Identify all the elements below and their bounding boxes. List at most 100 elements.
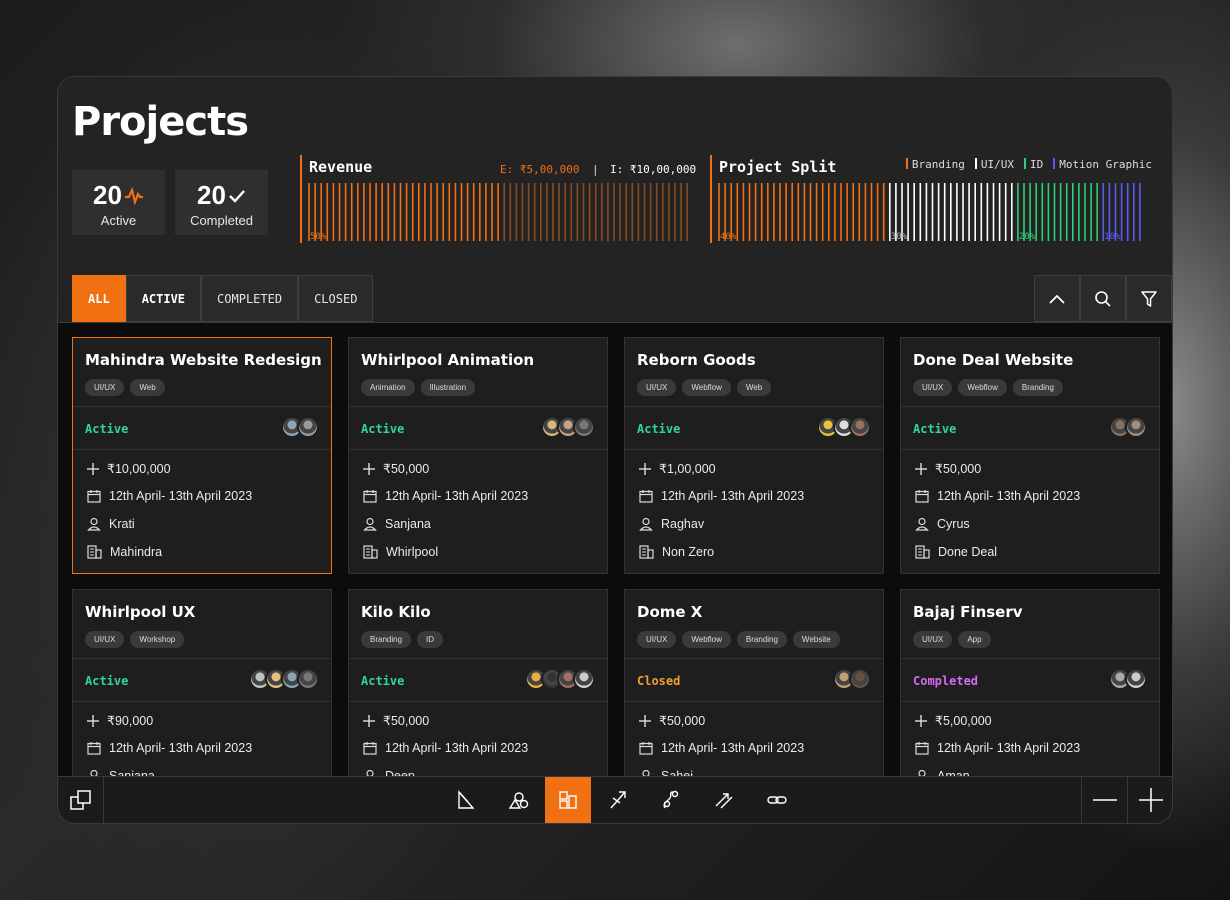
tag-chip: Branding [736,631,787,648]
grid-tool-button[interactable] [545,777,591,823]
chain-link-tool-button[interactable] [750,777,803,823]
tag-chip: Branding [361,631,412,648]
divider [349,701,607,702]
project-name: Kilo Kilo [361,603,431,621]
shapes-icon [508,792,528,809]
project-card[interactable]: Whirlpool Animation Animation Illustration… [348,337,608,574]
project-card[interactable]: Whirlpool UX UI/UX Workshop Active ₹90,000 12… [72,589,332,777]
person: Sanjana [385,517,431,531]
completed-stat: 20 Completed [175,170,268,235]
client: Mahindra [110,545,163,559]
legend-item: ID [1024,158,1043,171]
building-icon [639,545,654,559]
collapse-button[interactable] [1034,275,1080,322]
avatar-stack [281,416,319,438]
project-card[interactable]: Bajaj Finserv UI/UX App Completed ₹5,00,000 1… [900,589,1160,777]
active-label: Active [100,213,137,228]
dates: 12th April- 13th April 2023 [385,489,529,503]
swap-arrow-tool-button[interactable] [697,777,750,823]
divider [73,658,331,659]
legend-swatch [905,158,908,169]
user-icon [915,517,929,531]
tab-closed[interactable]: CLOSED [298,275,374,322]
dates: 12th April- 13th April 2023 [661,741,805,755]
zoom-in-button[interactable] [1127,777,1172,823]
project-name: Reborn Goods [637,351,756,369]
dates-row: 12th April- 13th April 2023 [87,489,252,503]
dates-row: 12th April- 13th April 2023 [363,489,528,503]
split-percent-label: 30% [890,232,908,242]
search-button[interactable] [1080,275,1126,322]
filter-button[interactable] [1126,275,1172,322]
building-icon [363,545,378,559]
split-panel: Project Split Branding UI/UX ID Motion Grap… [710,155,1156,243]
tab-all[interactable]: ALL [72,275,126,322]
avatar-stack [1109,668,1147,690]
avatar [573,668,595,690]
status-badge: Completed [913,674,979,688]
dates: 12th April- 13th April 2023 [109,489,253,503]
client-row: Mahindra [87,545,162,559]
revenue-panel: Revenue E: ₹5,00,000 | I: ₹10,00,000 50% [300,155,697,243]
list-tools [1034,275,1172,322]
divider [625,701,883,702]
calendar-icon [915,490,929,503]
legend-swatch [1024,158,1027,169]
tab-active[interactable]: ACTIVE [125,275,202,322]
avatar-stack [1109,416,1147,438]
split-legend: Branding UI/UX ID Motion Graphic [905,158,1152,171]
link-arrow-tool-button[interactable] [644,777,697,823]
amount: ₹50,000 [659,714,706,728]
client: Whirlpool [386,545,439,559]
tab-completed[interactable]: COMPLETED [201,275,299,322]
plus-icon [363,462,375,475]
project-name: Whirlpool UX [85,603,196,621]
avatar [1125,416,1147,438]
amount-row: ₹50,000 [363,713,429,728]
layers-button[interactable] [58,777,104,823]
client-row: Whirlpool [363,545,438,559]
dates: 12th April- 13th April 2023 [937,489,1081,503]
plus-icon [363,714,375,727]
revenue-divider: | [592,163,599,176]
tag-chip: ID [417,631,444,648]
calendar-icon [87,742,101,755]
dates-row: 12th April- 13th April 2023 [639,489,804,503]
calendar-icon [87,490,101,503]
zoom-out-button[interactable] [1081,777,1127,823]
project-card[interactable]: Reborn Goods UI/UX Webflow Web Active ₹1,00,0… [624,337,884,574]
pin-arrow-tool-button[interactable] [591,777,644,823]
search-icon [1095,290,1111,307]
user-icon [639,517,653,531]
avatar-stack [249,668,319,690]
divider [901,701,1159,702]
shapes-tool-button[interactable] [492,777,545,823]
project-card[interactable]: Mahindra Website Redesign UI/UX Web Active ₹… [72,337,332,574]
dates-row: 12th April- 13th April 2023 [639,741,804,755]
tag-list: UI/UX App [913,631,991,648]
split-bars [718,183,1156,241]
tag-chip: UI/UX [913,379,953,396]
filter-tabs: ALL ACTIVE COMPLETED CLOSED [72,275,374,322]
tag-chip: UI/UX [637,379,677,396]
project-card[interactable]: Dome X UI/UX Webflow Branding Website Closed ₹… [624,589,884,777]
status-badge: Active [361,674,405,688]
plus-icon [87,462,99,475]
tag-chip: Webflow [682,631,731,648]
amount: ₹50,000 [935,462,982,476]
dates: 12th April- 13th April 2023 [937,741,1081,755]
project-card[interactable]: Done Deal Website UI/UX Webflow Branding Act… [900,337,1160,574]
avatar [849,416,871,438]
amount: ₹50,000 [383,714,430,728]
calendar-icon [915,742,929,755]
grid-icon [559,791,577,809]
tag-chip: Animation [361,379,415,396]
project-card[interactable]: Kilo Kilo Branding ID Active ₹50,000 12th Apr… [348,589,608,777]
divider [349,406,607,407]
pen-tool-tool-button[interactable] [439,777,492,823]
split-title: Project Split [719,158,837,176]
tag-chip: Illustration [420,379,476,396]
person: Krati [109,517,135,531]
amount-row: ₹90,000 [87,713,153,728]
revenue-invoiced: I: ₹10,00,000 [610,163,697,176]
